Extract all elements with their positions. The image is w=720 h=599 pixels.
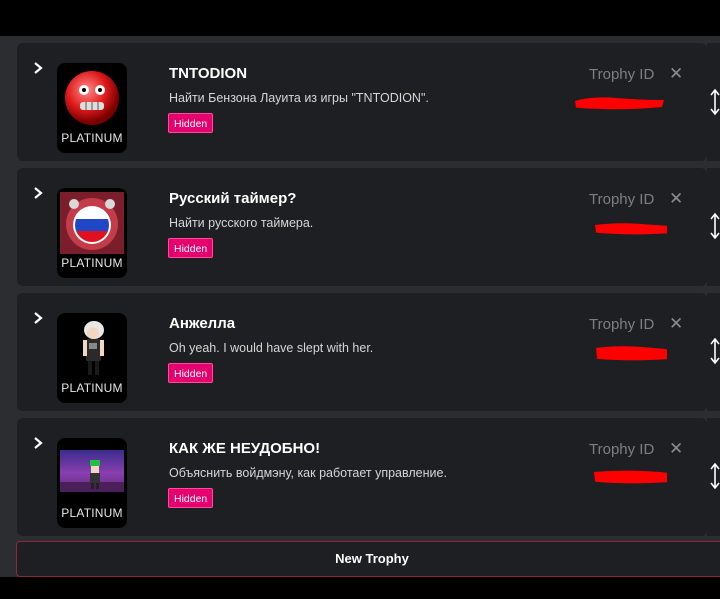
trophy-title[interactable]: КАК ЖЕ НЕУДОБНО! [169, 440, 320, 457]
trophy-id-label[interactable]: Trophy ID [589, 66, 654, 83]
hidden-badge[interactable]: Hidden [168, 113, 214, 133]
close-icon[interactable]: ✕ [669, 189, 683, 209]
trophy-tier: PLATINUM [61, 506, 123, 520]
trophy-id-label[interactable]: Trophy ID [589, 316, 654, 333]
chevron-right-icon[interactable] [31, 61, 45, 75]
trophy-tier: PLATINUM [61, 256, 123, 270]
new-trophy-button[interactable]: New Trophy [16, 541, 720, 577]
trophy-card[interactable]: PLATINUM TNTODION Найти Бензона Лауита и… [17, 43, 707, 161]
trophy-image[interactable]: PLATINUM [57, 63, 127, 153]
trophy-description[interactable]: Найти Бензона Лауита из игры "TNTODION". [169, 91, 429, 105]
pixel-scene-icon [60, 450, 124, 492]
trophy-id-label[interactable]: Trophy ID [589, 441, 654, 458]
resize-vertical-icon[interactable] [710, 211, 720, 241]
chevron-right-icon[interactable] [31, 436, 45, 450]
hidden-badge[interactable]: Hidden [168, 363, 214, 383]
russian-timer-icon [60, 192, 124, 254]
redaction-mark [595, 223, 667, 235]
trophy-id-label[interactable]: Trophy ID [589, 191, 654, 208]
close-icon[interactable]: ✕ [669, 64, 683, 84]
trophy-image[interactable]: PLATINUM [57, 438, 127, 528]
resize-vertical-icon[interactable] [710, 461, 720, 491]
trophy-description[interactable]: Oh yeah. I would have slept with her. [169, 341, 373, 355]
close-icon[interactable]: ✕ [669, 439, 683, 459]
trophy-card[interactable]: PLATINUM КАК ЖЕ НЕУДОБНО! Объяснить войд… [17, 418, 707, 536]
resize-vertical-icon[interactable] [710, 87, 720, 117]
chevron-right-icon[interactable] [31, 311, 45, 325]
character-figure-icon [60, 317, 124, 379]
resize-vertical-icon[interactable] [710, 336, 720, 366]
redaction-mark [575, 97, 664, 110]
redaction-mark [596, 346, 667, 361]
trophy-image[interactable]: PLATINUM [57, 188, 127, 278]
trophy-tier: PLATINUM [61, 131, 123, 145]
hidden-badge[interactable]: Hidden [168, 238, 214, 258]
hidden-badge[interactable]: Hidden [168, 488, 214, 508]
trophy-description[interactable]: Найти русского таймера. [169, 216, 313, 230]
trophy-description[interactable]: Объяснить войдмэну, как работает управле… [169, 466, 447, 480]
trophy-tier: PLATINUM [61, 381, 123, 395]
trophy-title[interactable]: Русский таймер? [169, 190, 296, 207]
redaction-mark [594, 470, 667, 484]
red-ball-face-icon [65, 71, 119, 125]
chevron-right-icon[interactable] [31, 186, 45, 200]
trophy-title[interactable]: Анжелла [169, 315, 235, 332]
close-icon[interactable]: ✕ [669, 314, 683, 334]
trophy-image[interactable]: PLATINUM [57, 313, 127, 403]
trophy-card[interactable]: PLATINUM Русский таймер? Найти русского … [17, 168, 707, 286]
trophy-card[interactable]: PLATINUM Анжелла Oh yeah. I would have s… [17, 293, 707, 411]
trophy-title[interactable]: TNTODION [169, 65, 247, 82]
